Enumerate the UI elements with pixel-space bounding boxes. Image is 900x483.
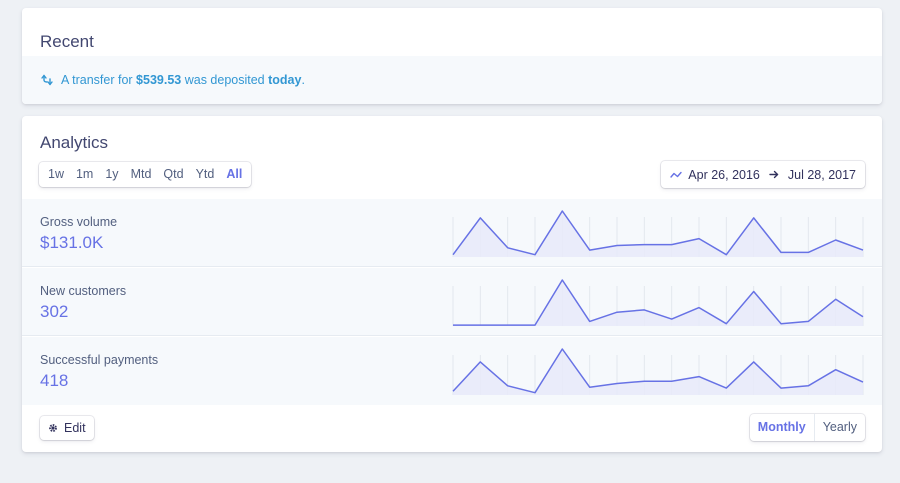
- edit-button[interactable]: Edit: [40, 416, 94, 440]
- range-qtd-button[interactable]: Qtd: [157, 162, 189, 187]
- range-1w-button[interactable]: 1w: [42, 162, 70, 187]
- transfer-amount[interactable]: $539.53: [136, 73, 181, 87]
- metric-row-successful-payments[interactable]: Successful payments 418: [22, 337, 882, 405]
- arrow-right-icon: [769, 170, 779, 179]
- recent-card: Recent A transfer for $539.53 was deposi…: [22, 8, 882, 104]
- range-selector: 1w 1m 1y Mtd Qtd Ytd All: [39, 162, 252, 187]
- period-toggle: Monthly Yearly: [749, 414, 865, 441]
- range-mtd-button[interactable]: Mtd: [125, 162, 158, 187]
- period-yearly-button[interactable]: Yearly: [813, 414, 865, 441]
- range-1y-button[interactable]: 1y: [99, 162, 124, 187]
- recent-title: Recent: [40, 32, 94, 51]
- metric-label: Gross volume: [40, 215, 118, 229]
- sparkline-area: [453, 280, 863, 326]
- gross-volume-sparkline: [452, 210, 864, 257]
- date-range-to: Jul 28, 2017: [787, 167, 856, 182]
- period-monthly-button[interactable]: Monthly: [750, 414, 814, 441]
- metric-row-gross-volume[interactable]: Gross volume $131.0K: [22, 199, 882, 267]
- transfer-when: today: [268, 73, 302, 87]
- gear-icon: [48, 423, 58, 433]
- metric-row-new-customers[interactable]: New customers 302: [22, 268, 882, 336]
- metric-value: $131.0K: [40, 233, 104, 252]
- range-all-button[interactable]: All: [220, 162, 248, 187]
- date-range-button[interactable]: Apr 26, 2016 Jul 28, 2017: [661, 161, 865, 188]
- range-ytd-button[interactable]: Ytd: [190, 162, 221, 187]
- successful-payments-sparkline: [452, 348, 864, 395]
- analytics-title: Analytics: [40, 133, 109, 152]
- trend-line-icon: [670, 171, 682, 179]
- metric-label: Successful payments: [40, 353, 159, 367]
- recent-transfer-item[interactable]: A transfer for $539.53 was deposited tod…: [22, 56, 882, 104]
- metric-value: 418: [40, 371, 69, 390]
- transfer-icon: [40, 73, 54, 87]
- range-1m-button[interactable]: 1m: [70, 162, 99, 187]
- date-range-from: Apr 26, 2016: [688, 167, 760, 182]
- transfer-message-suffix: .: [301, 73, 305, 87]
- new-customers-sparkline: [452, 279, 864, 326]
- edit-label: Edit: [64, 421, 86, 435]
- metric-value: 302: [40, 302, 69, 321]
- analytics-card: Analytics 1w 1m 1y Mtd Qtd Ytd All Apr 2…: [22, 116, 882, 452]
- transfer-message-middle: was deposited: [184, 73, 265, 87]
- transfer-message-prefix: A transfer for: [61, 73, 133, 87]
- metric-label: New customers: [40, 284, 127, 298]
